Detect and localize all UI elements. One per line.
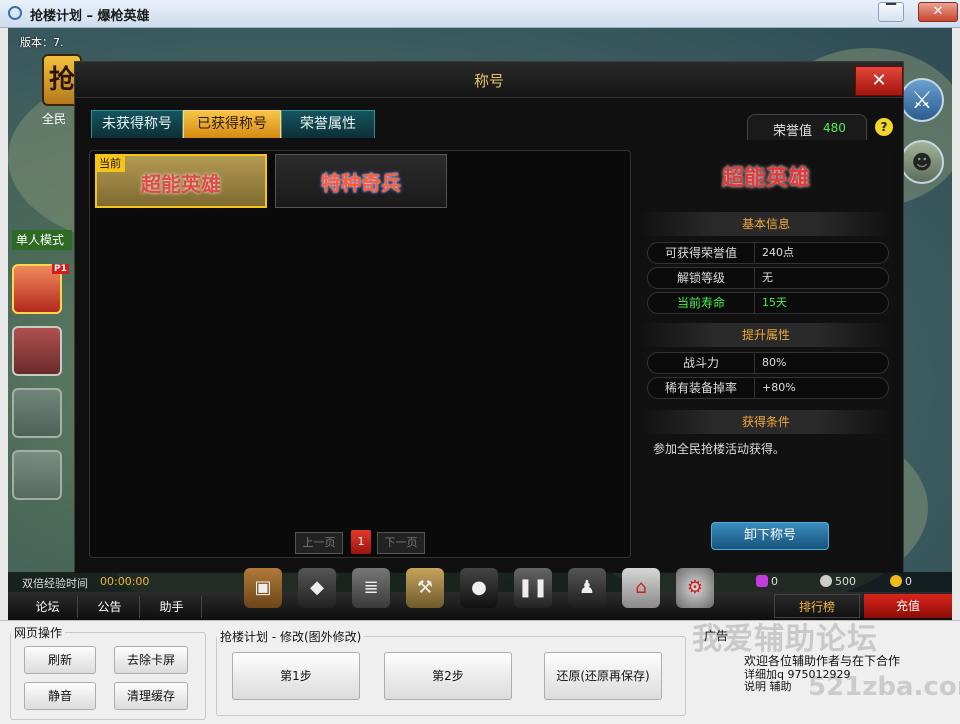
ad-text-line: 说明 辅助 [744,680,792,693]
box-icon[interactable]: ◆ [298,568,336,608]
gold-count: 0 [905,575,912,588]
unequip-title-button[interactable]: 卸下称号 [711,522,829,550]
tab-honor-attributes[interactable]: 荣誉属性 [281,110,375,138]
boost-attributes-heading: 提升属性 [641,323,891,347]
honor-value: 480 [823,121,846,135]
basic-info-heading: 基本信息 [641,212,891,236]
detail-row: 解锁等级 无 [647,267,889,289]
tab-unobtained-titles[interactable]: 未获得称号 [91,110,183,138]
detail-row: 当前寿命 15天 [647,292,889,314]
honor-label: 荣誉值 [773,124,813,139]
current-badge: 当前 [95,154,125,172]
title-dialog: 称号 ✕ 未获得称号 已获得称号 荣誉属性 荣誉值 480 ? 超能英雄 当前 … [74,61,904,573]
refresh-button[interactable]: 刷新 [24,646,96,674]
obtain-condition-text: 参加全民抢楼活动获得。 [653,442,786,456]
detail-row: 稀有装备掉率 +80% [647,377,889,399]
detail-key: 解锁等级 [648,268,755,288]
nav-forum[interactable]: 论坛 [18,596,78,618]
quanmin-label: 全民 [42,112,67,126]
app-icon [8,6,22,20]
gem-currency: 0 [756,575,778,588]
window-close-button[interactable]: ✕ [918,2,958,22]
step2-button[interactable]: 第2步 [384,652,512,700]
detail-key: 当前寿命 [648,293,755,313]
detail-value: +80% [762,381,796,394]
remove-lag-button[interactable]: 去除卡屏 [114,646,188,674]
silver-currency: 500 [820,575,856,588]
title-card-label: 特种奇兵 [321,171,401,195]
detail-value: 无 [762,271,773,284]
detail-value: 240点 [762,246,794,259]
version-label: 版本：7. [20,36,64,49]
minimize-button[interactable]: ▔ [878,2,904,22]
page-number: 1 [351,530,371,554]
restore-button[interactable]: 还原(还原再保存) [544,652,662,700]
gem-icon [756,575,768,587]
double-exp-time: 00:00:00 [100,575,150,588]
window-title: 抢楼计划 – 爆枪英雄 [30,9,150,24]
scroll-icon[interactable]: ≣ [352,568,390,608]
p1-badge: P1 [52,264,69,274]
step1-button[interactable]: 第1步 [232,652,360,700]
gem-count: 0 [771,575,778,588]
dialog-title: 称号 [473,72,504,90]
clear-cache-button[interactable]: 清理缓存 [114,682,188,710]
detail-value: 15天 [762,296,787,309]
hammer-icon[interactable]: ⚒ [406,568,444,608]
hero-avatar-4[interactable] [12,450,62,500]
gold-currency: 0 [890,575,912,588]
modify-legend: 抢楼计划 - 修改(图外修改) [220,630,362,644]
title-list-panel [89,150,631,558]
detail-key: 战斗力 [648,353,755,373]
bag-icon[interactable]: ▣ [244,568,282,608]
shop-icon[interactable]: ⌂ [622,568,660,608]
crossed-rifles-icon[interactable]: ⚔ [900,78,944,122]
title-card-label: 超能英雄 [141,172,221,196]
gold-coin-icon [890,575,902,587]
nav-helper[interactable]: 助手 [142,596,202,618]
dialog-close-button[interactable]: ✕ [855,66,903,96]
next-page-button[interactable]: 下一页 [377,532,425,554]
ammo-icon[interactable]: ❚❚ [514,568,552,608]
detail-key: 稀有装备掉率 [648,378,755,398]
detail-key: 可获得荣誉值 [648,243,755,263]
detail-value: 80% [762,356,787,369]
silver-coin-icon [820,575,832,587]
single-mode-label[interactable]: 单人模式 [12,230,72,250]
game-canvas[interactable]: 版本：7. 抢 全民 单人模式 P1 ⚔ ☻ 称号 ✕ 未获得称号 已获得称号 … [8,28,952,620]
tab-obtained-titles[interactable]: 已获得称号 [183,110,281,138]
web-ops-legend: 网页操作 [14,626,63,640]
soldier-icon[interactable]: ♟ [568,568,606,608]
gear-icon[interactable]: ⚙ [676,568,714,608]
detail-title-logo: 超能英雄 [721,165,810,191]
mute-button[interactable]: 静音 [24,682,96,710]
title-card[interactable]: 特种奇兵 [275,154,447,208]
ad-label: 广告 [704,629,729,643]
help-icon[interactable]: ? [875,118,893,136]
graduate-zombie-icon[interactable]: ☻ [900,140,944,184]
detail-row: 战斗力 80% [647,352,889,374]
nav-notice[interactable]: 公告 [80,596,140,618]
hero-avatar-2[interactable] [12,326,62,376]
obtain-condition-heading: 获得条件 [641,410,891,434]
prev-page-button[interactable]: 上一页 [295,532,343,554]
hero-avatar-3[interactable] [12,388,62,438]
mask-icon[interactable]: ● [460,568,498,608]
double-exp-label: 双倍经验时间 [22,577,88,590]
detail-row: 可获得荣誉值 240点 [647,242,889,264]
silver-count: 500 [835,575,856,588]
